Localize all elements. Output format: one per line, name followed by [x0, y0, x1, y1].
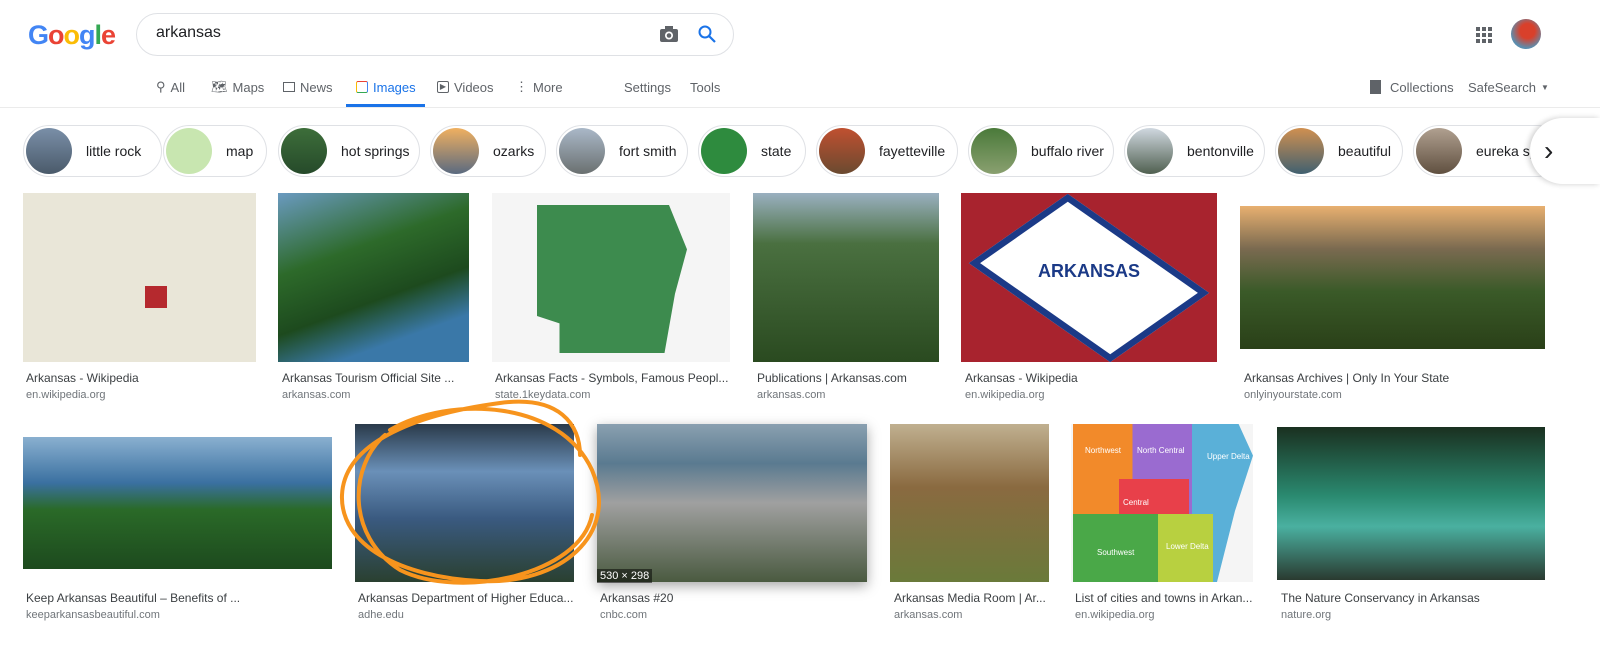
result-title[interactable]: List of cities and towns in Arkan... — [1075, 591, 1252, 605]
apps-grid-icon[interactable] — [1476, 27, 1492, 43]
chip-suggestion[interactable]: fayetteville — [816, 125, 958, 177]
chips-next-button[interactable]: › — [1530, 118, 1600, 184]
tab-all[interactable]: ⚲ All — [156, 78, 185, 96]
avatar[interactable] — [1511, 19, 1541, 49]
chip-thumbnail — [819, 128, 865, 174]
chip-suggestion[interactable]: ozarks — [430, 125, 546, 177]
highlighted-state — [145, 286, 167, 308]
result-title[interactable]: Arkansas Tourism Official Site ... — [282, 371, 454, 385]
divider — [0, 107, 1600, 108]
chip-suggestion[interactable]: beautiful — [1275, 125, 1403, 177]
result-image[interactable]: Northwest North Central Upper Delta Central… — [1071, 424, 1253, 582]
chip-suggestion[interactable]: buffalo river — [968, 125, 1114, 177]
chevron-right-icon: › — [1544, 135, 1554, 166]
play-icon: ▶ — [437, 81, 449, 93]
result-image[interactable]: ARKANSAS — [961, 193, 1217, 362]
chip-suggestion[interactable]: fort smith — [556, 125, 688, 177]
result-domain: keeparkansasbeautiful.com — [26, 609, 160, 621]
result-title[interactable]: Arkansas - Wikipedia — [965, 371, 1078, 385]
result-title[interactable]: Arkansas Media Room | Ar... — [894, 591, 1046, 605]
region-label: Central — [1123, 498, 1149, 507]
result-image[interactable] — [278, 193, 469, 362]
chip-thumbnail — [281, 128, 327, 174]
image-icon — [356, 81, 368, 93]
chip-suggestion[interactable]: hot springs — [278, 125, 420, 177]
search-box[interactable] — [136, 13, 734, 56]
result-title[interactable]: Arkansas - Wikipedia — [26, 371, 139, 385]
chip-thumbnail — [433, 128, 479, 174]
chip-suggestion[interactable]: state — [698, 125, 806, 177]
map-icon: 🗺 — [211, 79, 228, 94]
region-label: Lower Delta — [1166, 542, 1209, 551]
chip-thumbnail — [166, 128, 212, 174]
chip-thumbnail — [1127, 128, 1173, 174]
region-label: Upper Delta — [1207, 452, 1250, 461]
result-image[interactable] — [1277, 427, 1545, 580]
tab-more[interactable]: ⋮ More — [515, 78, 563, 96]
search-icon: ⚲ — [156, 79, 166, 94]
result-title[interactable]: Arkansas Facts - Symbols, Famous Peopl..… — [495, 371, 728, 385]
chip-thumbnail — [26, 128, 72, 174]
result-title[interactable]: Arkansas #20 — [600, 591, 673, 605]
region-label: Northwest — [1085, 446, 1122, 455]
result-domain: nature.org — [1281, 609, 1332, 621]
result-image[interactable] — [753, 193, 939, 362]
news-icon — [283, 82, 295, 92]
result-domain: cnbc.com — [600, 609, 648, 621]
result-title[interactable]: Keep Arkansas Beautiful – Benefits of ..… — [26, 591, 240, 605]
chip-suggestion[interactable]: bentonville — [1124, 125, 1265, 177]
chip-suggestion[interactable]: map — [163, 125, 267, 177]
result-title[interactable]: The Nature Conservancy in Arkansas — [1281, 591, 1480, 605]
camera-icon[interactable] — [659, 25, 679, 43]
tab-news[interactable]: News — [283, 78, 333, 96]
bookmark-icon — [1370, 80, 1381, 94]
chip-thumbnail — [971, 128, 1017, 174]
result-title[interactable]: Publications | Arkansas.com — [757, 371, 907, 385]
chip-thumbnail — [1278, 128, 1324, 174]
orange-circle-annotation — [339, 399, 601, 585]
chip-thumbnail — [701, 128, 747, 174]
caret-down-icon: ▼ — [1540, 82, 1549, 92]
result-image[interactable] — [890, 424, 1049, 582]
settings-link[interactable]: Settings — [624, 78, 671, 96]
search-input[interactable] — [156, 24, 636, 42]
result-image[interactable] — [23, 193, 256, 362]
more-vert-icon: ⋮ — [515, 79, 528, 94]
result-title[interactable]: Arkansas Archives | Only In Your State — [1244, 371, 1449, 385]
state-map — [537, 205, 687, 353]
region-label: Southwest — [1097, 548, 1135, 557]
result-domain: adhe.edu — [358, 609, 404, 621]
result-image[interactable] — [492, 193, 730, 362]
chip-thumbnail — [1416, 128, 1462, 174]
result-domain: en.wikipedia.org — [26, 389, 106, 401]
chip-thumbnail — [559, 128, 605, 174]
result-domain: arkansas.com — [894, 609, 963, 621]
tab-images[interactable]: Images — [356, 78, 416, 96]
collections-link[interactable]: Collections — [1370, 78, 1454, 96]
search-icon[interactable] — [697, 24, 717, 44]
result-domain: en.wikipedia.org — [965, 389, 1045, 401]
tab-maps[interactable]: 🗺 Maps — [211, 78, 264, 96]
tools-link[interactable]: Tools — [690, 78, 720, 96]
safesearch-dropdown[interactable]: SafeSearch ▼ — [1468, 78, 1549, 96]
result-image[interactable] — [1240, 206, 1545, 349]
google-logo[interactable]: Google — [28, 20, 116, 51]
region-label: North Central — [1137, 446, 1185, 455]
chip-suggestion[interactable]: little rock — [23, 125, 162, 177]
result-image[interactable] — [597, 424, 867, 582]
tab-videos[interactable]: ▶ Videos — [437, 78, 494, 96]
result-domain: onlyinyourstate.com — [1244, 389, 1342, 401]
result-domain: arkansas.com — [757, 389, 826, 401]
result-domain: en.wikipedia.org — [1075, 609, 1155, 621]
result-image[interactable] — [23, 437, 332, 569]
